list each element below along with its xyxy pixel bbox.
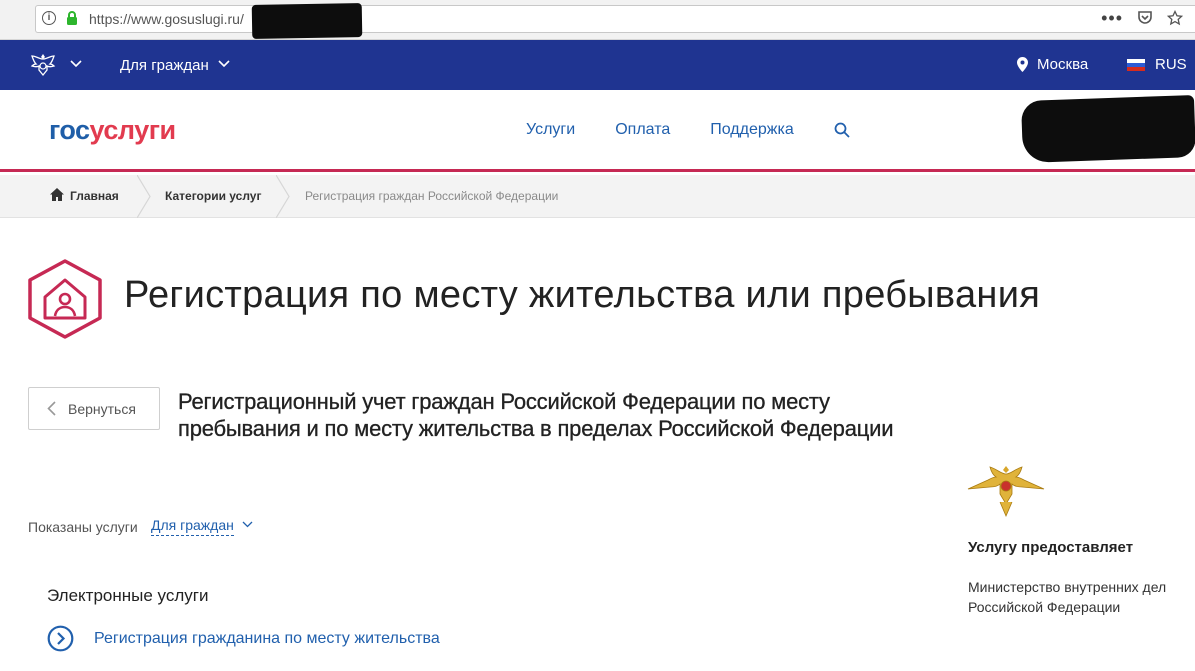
back-button[interactable]: Вернуться: [28, 387, 160, 430]
chevron-down-icon[interactable]: [242, 521, 253, 528]
breadcrumb: Главная Категории услуг Регистрация граж…: [0, 175, 1195, 218]
search-icon[interactable]: [834, 122, 850, 138]
service-title: Регистрационный учет граждан Российской …: [178, 389, 894, 441]
circle-arrow-right-icon: [47, 625, 74, 652]
info-icon[interactable]: i: [42, 11, 56, 25]
provider-name[interactable]: Министерство внутренних дел Российской Ф…: [968, 577, 1188, 617]
back-button-label: Вернуться: [68, 400, 136, 417]
chevron-left-icon: [47, 401, 56, 416]
city-label: Москва: [1037, 56, 1089, 73]
nav-support[interactable]: Поддержка: [710, 121, 793, 139]
russian-emblem-icon[interactable]: [28, 51, 58, 81]
service-link-registration[interactable]: Регистрация гражданина по месту жительст…: [47, 625, 440, 652]
service-link-label: Регистрация гражданина по месту жительст…: [94, 629, 440, 647]
language-label: RUS: [1155, 56, 1187, 73]
breadcrumb-categories[interactable]: Категории услуг: [165, 189, 261, 203]
shown-services-label: Показаны услуги: [28, 519, 138, 535]
nav-payment[interactable]: Оплата: [615, 121, 670, 139]
breadcrumb-current: Регистрация граждан Российской Федерации: [305, 189, 559, 203]
redacted-area: [1020, 95, 1195, 163]
top-bar: Для граждан Москва RUS: [0, 40, 1195, 90]
site-header: госуслуги Услуги Оплата Поддержка: [0, 90, 1195, 172]
audience-filter[interactable]: Для граждан: [151, 517, 234, 536]
lock-icon: [67, 11, 77, 25]
audience-selector[interactable]: Для граждан: [120, 57, 209, 74]
star-icon[interactable]: [1167, 10, 1183, 26]
provider-heading: Услугу предоставляет: [968, 539, 1134, 556]
language-selector[interactable]: RUS: [1127, 56, 1187, 73]
pocket-icon[interactable]: [1137, 10, 1153, 26]
breadcrumb-separator: [137, 175, 151, 218]
home-icon[interactable]: [50, 188, 64, 201]
chevron-down-icon[interactable]: [218, 60, 230, 68]
mvd-emblem-icon: [967, 466, 1045, 518]
browser-toolbar: i https://www.gosuslugi.ru/ •••: [0, 0, 1195, 40]
chevron-down-icon[interactable]: [70, 60, 82, 68]
e-services-heading: Электронные услуги: [47, 586, 209, 605]
russian-flag-icon: [1127, 58, 1145, 71]
house-user-icon: [28, 259, 102, 339]
breadcrumb-home[interactable]: Главная: [70, 189, 119, 203]
nav-services[interactable]: Услуги: [526, 121, 575, 139]
location-pin-icon: [1017, 57, 1028, 72]
page-actions-icon[interactable]: •••: [1101, 9, 1123, 27]
gosuslugi-logo[interactable]: госуслуги: [49, 115, 176, 146]
location-selector[interactable]: Москва: [1017, 56, 1088, 73]
url-text[interactable]: https://www.gosuslugi.ru/: [89, 11, 244, 27]
redacted-area: [251, 3, 363, 39]
page-title: Регистрация по месту жительства или преб…: [124, 274, 1041, 316]
breadcrumb-separator: [276, 175, 290, 218]
main-nav: Услуги Оплата Поддержка: [526, 121, 794, 139]
